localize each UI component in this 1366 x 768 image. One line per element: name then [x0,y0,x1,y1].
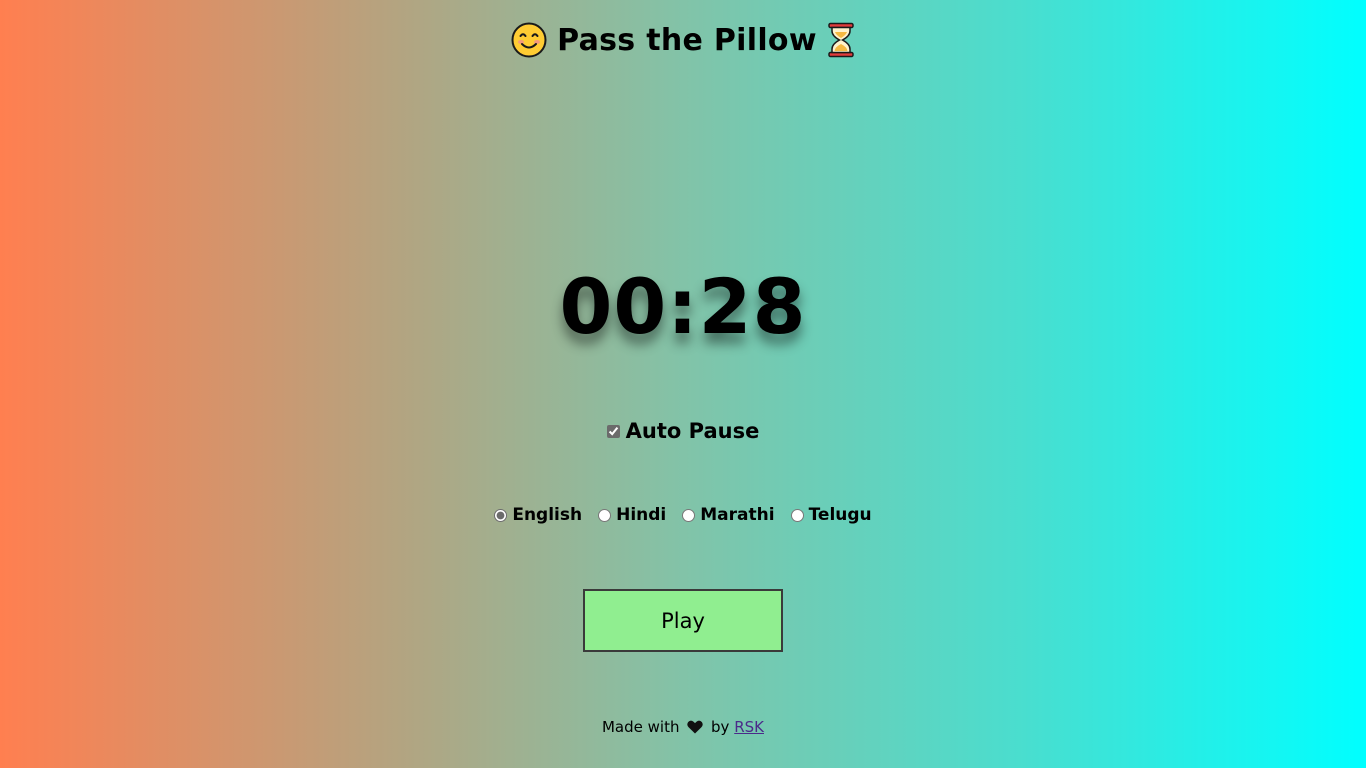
author-link[interactable]: RSK [734,718,764,736]
language-label-hindi: Hindi [616,505,667,525]
language-option-marathi[interactable]: Marathi [682,505,775,525]
auto-pause-control: Auto Pause [0,414,1366,448]
footer-by: by [711,718,730,736]
language-radio-marathi[interactable] [682,508,696,522]
language-option-english[interactable]: English [494,505,582,525]
language-option-telugu[interactable]: Telugu [790,505,872,525]
language-selector: English Hindi Marathi Telugu [0,502,1366,528]
hourglass-icon [828,22,854,58]
header: Pass the Pillow [0,18,1366,62]
language-radio-telugu[interactable] [790,508,804,522]
heart-icon [687,720,703,734]
language-label-english: English [512,505,583,525]
language-radio-english[interactable] [494,508,508,522]
language-radio-hindi[interactable] [598,508,612,522]
page-title: Pass the Pillow [557,22,817,58]
title-wrap: Pass the Pillow [511,18,855,62]
language-label-marathi: Marathi [700,505,775,525]
auto-pause-checkbox[interactable] [606,424,620,438]
play-button[interactable]: Play [583,589,783,652]
footer-prefix: Made with [601,718,680,736]
auto-pause-label[interactable]: Auto Pause [626,419,760,443]
smiling-face-icon [511,22,547,58]
language-label-telugu: Telugu [808,505,872,525]
footer: Made with by RSK [0,716,1366,738]
countdown-timer: 00:28 [559,262,807,351]
language-option-hindi[interactable]: Hindi [598,505,666,525]
